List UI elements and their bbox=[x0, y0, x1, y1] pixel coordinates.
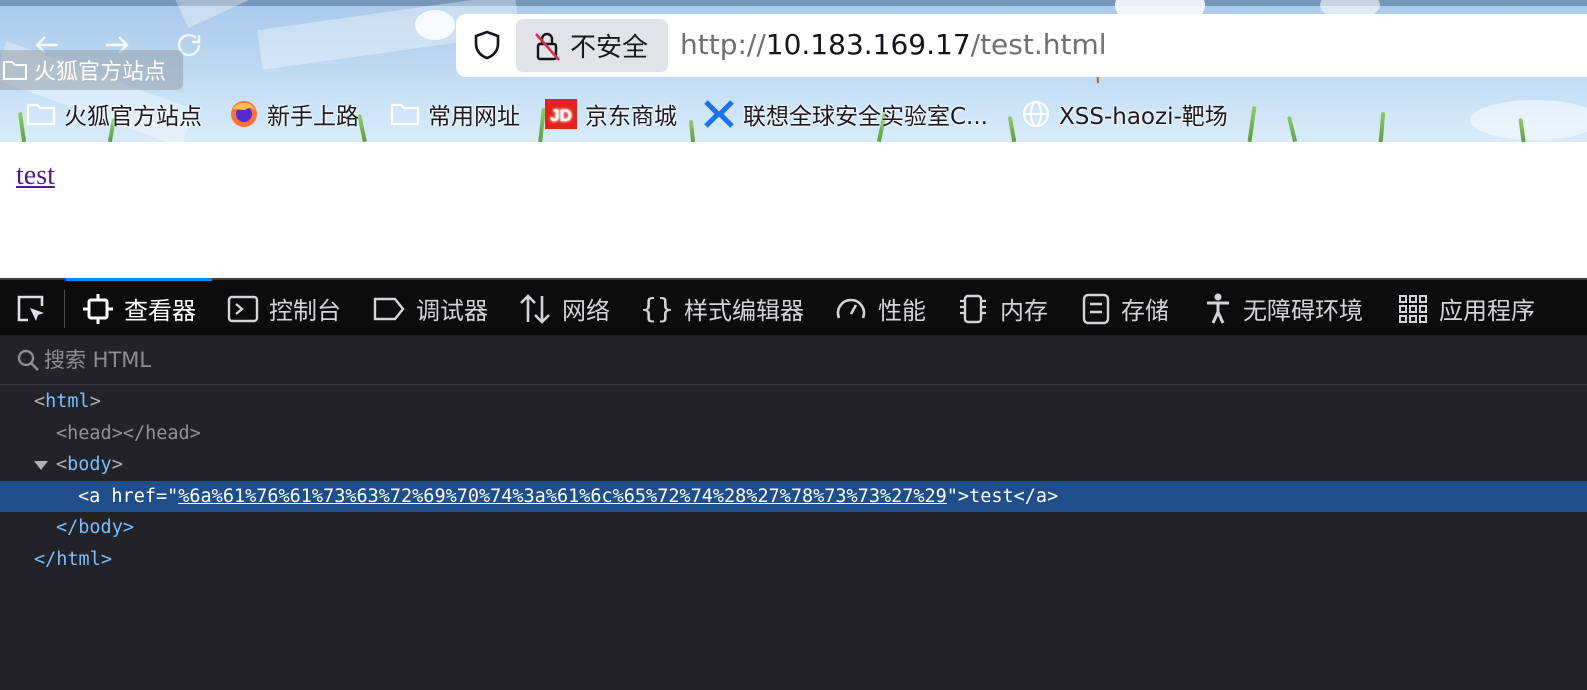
tab-label: 查看器 bbox=[124, 297, 196, 325]
tab-label: 性能 bbox=[878, 297, 926, 325]
page-test-link[interactable]: test bbox=[16, 160, 55, 192]
bookmark-label: 京东商城 bbox=[585, 104, 677, 130]
element-picker-button[interactable] bbox=[14, 280, 48, 337]
expand-twisty-icon[interactable] bbox=[34, 461, 48, 471]
tab-console[interactable]: 控制台 bbox=[227, 280, 341, 337]
node-body-open[interactable]: <body> bbox=[0, 449, 1587, 481]
tab-label: 无障碍环境 bbox=[1243, 297, 1363, 325]
browser-chrome: 火狐官方站点 不安全 http://10.183.169.17/test.htm… bbox=[0, 0, 1587, 142]
head-element: <head></head> bbox=[56, 422, 201, 444]
anchor-text: test bbox=[969, 485, 1014, 507]
svg-text:{}: {} bbox=[640, 292, 674, 325]
node-html-open[interactable]: <html> bbox=[0, 386, 1587, 418]
bookmark-firefox-official[interactable]: 火狐官方站点 bbox=[26, 94, 202, 134]
bookmark-xss-haozi[interactable]: XSS-haozi-靶场 bbox=[1021, 94, 1228, 134]
tab-network[interactable]: 网络 bbox=[518, 280, 610, 337]
accessibility-icon bbox=[1207, 293, 1229, 324]
performance-icon bbox=[836, 298, 866, 318]
tab-debugger[interactable]: 调试器 bbox=[372, 280, 488, 337]
tab-memory[interactable]: 内存 bbox=[956, 280, 1048, 337]
url-path: /test.html bbox=[970, 28, 1107, 61]
tag-name: a bbox=[89, 485, 101, 507]
devtools-panel: 查看器 控制台 调试器 网络 {} 样式编辑器 性能 内存 存储 无障碍环境 应… bbox=[0, 278, 1587, 690]
tag-name: html bbox=[45, 391, 90, 412]
bookmark-label: 联想全球安全实验室C... bbox=[743, 104, 988, 130]
bookmark-label: 新手上路 bbox=[267, 104, 359, 130]
tab-label: 控制台 bbox=[269, 297, 341, 325]
node-head[interactable]: <head></head> bbox=[0, 418, 1587, 450]
folder-icon bbox=[26, 103, 56, 126]
tab-application[interactable]: 应用程序 bbox=[1397, 280, 1535, 337]
application-icon bbox=[1399, 294, 1427, 323]
node-body-close[interactable]: </body> bbox=[0, 512, 1587, 544]
url-bar[interactable]: 不安全 http://10.183.169.17/test.html bbox=[456, 14, 1587, 77]
tag-name: body bbox=[67, 454, 112, 476]
markup-search-bar bbox=[0, 335, 1587, 385]
bookmark-getting-started[interactable]: 新手上路 bbox=[229, 94, 359, 134]
page-viewport: test bbox=[0, 142, 1587, 278]
storage-icon bbox=[1082, 293, 1110, 324]
theme-cloud bbox=[415, 10, 455, 40]
tab-label: 网络 bbox=[562, 297, 610, 325]
attr-name: href bbox=[111, 485, 156, 507]
tab-label: 存储 bbox=[1121, 297, 1169, 325]
tab-label: 调试器 bbox=[416, 297, 488, 325]
tab-label: 样式编辑器 bbox=[684, 297, 804, 325]
insecure-lock-icon bbox=[535, 32, 560, 61]
bookmark-label: 火狐官方站点 bbox=[64, 104, 202, 130]
folder-icon bbox=[3, 61, 27, 80]
bookmark-lenovo-lab[interactable]: 联想全球安全实验室C... bbox=[703, 94, 988, 134]
devtools-toolbar: 查看器 控制台 调试器 网络 {} 样式编辑器 性能 内存 存储 无障碍环境 应… bbox=[0, 278, 1587, 335]
url-text[interactable]: http://10.183.169.17/test.html bbox=[680, 28, 1107, 61]
tab-label: 应用程序 bbox=[1439, 297, 1535, 325]
html-close-tag: </html> bbox=[34, 548, 112, 570]
console-icon bbox=[227, 295, 259, 322]
tab-inspector[interactable]: 查看器 bbox=[66, 278, 212, 337]
attr-value-link[interactable]: %6a%61%76%61%73%63%72%69%70%74%3a%61%6c%… bbox=[178, 486, 947, 507]
site-security-button[interactable]: 不安全 bbox=[516, 19, 668, 72]
search-icon bbox=[17, 349, 39, 371]
tab-performance[interactable]: 性能 bbox=[834, 280, 926, 337]
bookmark-label: XSS-haozi-靶场 bbox=[1059, 104, 1228, 130]
tracking-protection-shield-icon[interactable] bbox=[470, 28, 504, 62]
tab-style-editor[interactable]: {} 样式编辑器 bbox=[640, 280, 804, 337]
url-host: 10.183.169.17 bbox=[765, 28, 971, 61]
search-html-input[interactable] bbox=[44, 345, 644, 375]
debugger-icon bbox=[373, 297, 405, 320]
lenovo-icon bbox=[704, 100, 734, 128]
firefox-icon bbox=[231, 101, 257, 127]
element-picker-icon bbox=[17, 295, 44, 321]
bookmark-jd[interactable]: JD 京东商城 bbox=[545, 94, 677, 134]
bookmark-common-sites[interactable]: 常用网址 bbox=[390, 94, 520, 134]
network-icon bbox=[520, 293, 550, 324]
markup-tree: <html> <head></head> <body> <a href="%6a… bbox=[0, 386, 1587, 576]
folder-icon bbox=[390, 103, 420, 126]
tab-accessibility[interactable]: 无障碍环境 bbox=[1203, 280, 1363, 337]
security-label: 不安全 bbox=[570, 33, 649, 63]
bookmark-label: 常用网址 bbox=[428, 104, 520, 130]
bookmark-tooltip: 火狐官方站点 bbox=[0, 50, 183, 90]
tab-storage[interactable]: 存储 bbox=[1081, 280, 1169, 337]
toolbar-separator bbox=[64, 290, 65, 328]
url-prefix: http:// bbox=[680, 28, 766, 61]
node-anchor-selected[interactable]: <a href="%6a%61%76%61%73%63%72%69%70%74%… bbox=[0, 480, 1587, 513]
memory-icon bbox=[960, 294, 986, 323]
globe-icon bbox=[1023, 101, 1049, 127]
tooltip-text: 火狐官方站点 bbox=[34, 60, 167, 85]
jd-icon: JD bbox=[545, 99, 577, 129]
node-html-close[interactable]: </html> bbox=[0, 544, 1587, 576]
style-editor-icon: {} bbox=[640, 292, 674, 325]
inspector-icon bbox=[83, 293, 113, 324]
tab-label: 内存 bbox=[1000, 297, 1048, 325]
body-close-tag: </body> bbox=[56, 517, 134, 539]
bookmarks-toolbar: 火狐官方站点 新手上路 常用网址 JD 京东商城 联想全球安全实验室C... X… bbox=[0, 94, 1587, 134]
svg-text:JD: JD bbox=[550, 106, 572, 125]
